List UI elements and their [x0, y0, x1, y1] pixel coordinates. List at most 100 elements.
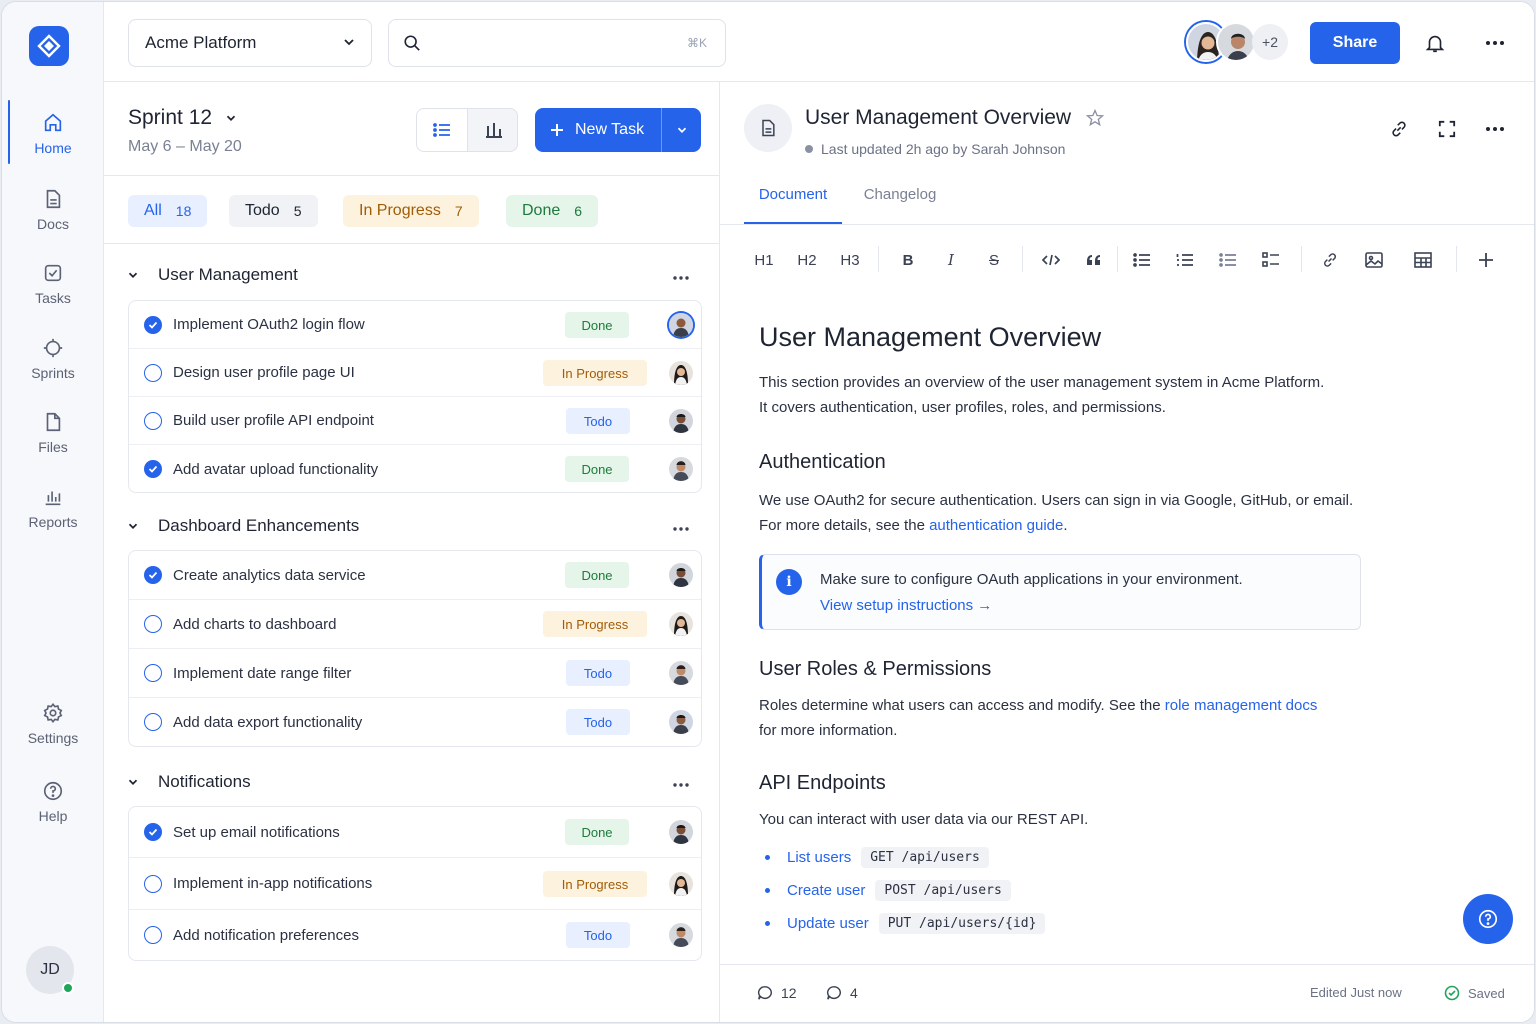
docs-icon: [46, 189, 61, 209]
sidebar-item-help[interactable]: Help: [2, 768, 104, 836]
task-row[interactable]: Add data export functionality Todo: [129, 698, 701, 747]
numbered-list-icon[interactable]: [1170, 247, 1200, 273]
assignee-avatar[interactable]: [669, 612, 693, 636]
image-icon[interactable]: [1359, 247, 1389, 273]
search-box[interactable]: ⌘K: [388, 19, 726, 67]
new-task-dropdown[interactable]: [661, 108, 701, 152]
api-link[interactable]: Create user: [787, 882, 865, 899]
task-row[interactable]: Add avatar upload functionality Done: [129, 445, 701, 493]
table-icon[interactable]: [1408, 247, 1438, 273]
authentication-guide-link[interactable]: authentication guide: [929, 517, 1063, 534]
assignee-avatar[interactable]: [669, 661, 693, 685]
task-row[interactable]: Set up email notifications Done: [129, 807, 701, 858]
dashed-list-icon[interactable]: [1213, 247, 1243, 273]
code-snippet: POST /api/users: [875, 880, 1011, 901]
logo-icon[interactable]: [29, 26, 69, 66]
more-icon[interactable]: [1482, 30, 1508, 56]
replies-counter[interactable]: 4: [826, 985, 858, 1001]
checklist-icon[interactable]: [1256, 247, 1286, 273]
task-row[interactable]: Add charts to dashboard In Progress: [129, 600, 701, 649]
filter-todo[interactable]: Todo 5: [229, 195, 318, 227]
assignee-avatar[interactable]: [669, 872, 693, 896]
filter-done[interactable]: Done 6: [506, 195, 599, 227]
expand-icon[interactable]: [1434, 116, 1460, 142]
heading-3-button[interactable]: H3: [835, 247, 865, 273]
setup-instructions-link[interactable]: View setup instructions →: [820, 597, 992, 614]
workspace-selector[interactable]: Acme Platform: [128, 19, 372, 67]
check-circle-icon[interactable]: [144, 875, 162, 893]
sidebar-item-files[interactable]: Files: [2, 399, 104, 467]
check-circle-icon[interactable]: [144, 316, 162, 334]
sidebar-item-settings[interactable]: Settings: [2, 690, 104, 758]
task-group-header[interactable]: Notifications: [126, 767, 696, 797]
collaborator-avatar[interactable]: [1216, 22, 1256, 62]
list-view-button[interactable]: [417, 109, 468, 151]
code-icon[interactable]: [1036, 247, 1066, 273]
check-circle-icon[interactable]: [144, 615, 162, 633]
check-circle-icon[interactable]: [144, 664, 162, 682]
strikethrough-button[interactable]: S: [979, 247, 1009, 273]
check-circle-icon[interactable]: [144, 926, 162, 944]
more-collaborators[interactable]: +2: [1252, 24, 1288, 60]
doc-paragraph: This section provides an overview of the…: [759, 370, 1399, 420]
comments-counter[interactable]: 12: [757, 985, 797, 1001]
role-management-link[interactable]: role management docs: [1165, 697, 1318, 714]
filter-in-progress[interactable]: In Progress 7: [343, 195, 479, 227]
more-icon[interactable]: [672, 266, 690, 286]
italic-button[interactable]: I: [936, 247, 966, 273]
task-row[interactable]: Design user profile page UI In Progress: [129, 349, 701, 397]
task-row[interactable]: Implement date range filter Todo: [129, 649, 701, 698]
bullet-list-icon[interactable]: [1127, 247, 1157, 273]
quote-icon[interactable]: [1079, 247, 1109, 273]
assignee-avatar[interactable]: [669, 313, 693, 337]
assignee-avatar[interactable]: [669, 409, 693, 433]
more-icon[interactable]: [672, 773, 690, 793]
heading-1-button[interactable]: H1: [749, 247, 779, 273]
sidebar-item-home[interactable]: Home: [2, 100, 104, 168]
task-row[interactable]: Build user profile API endpoint Todo: [129, 397, 701, 445]
check-circle-icon[interactable]: [144, 713, 162, 731]
star-icon[interactable]: [1085, 108, 1105, 128]
task-row[interactable]: Add notification preferences Todo: [129, 910, 701, 961]
task-row[interactable]: Create analytics data service Done: [129, 551, 701, 600]
assignee-avatar[interactable]: [669, 820, 693, 844]
more-icon[interactable]: [1482, 116, 1508, 142]
check-circle-icon[interactable]: [144, 364, 162, 382]
new-task-button[interactable]: New Task: [535, 108, 661, 152]
sidebar-item-reports[interactable]: Reports: [2, 474, 104, 542]
bold-button[interactable]: B: [893, 247, 923, 273]
bell-icon[interactable]: [1422, 30, 1448, 56]
assignee-avatar[interactable]: [669, 923, 693, 947]
help-fab-button[interactable]: [1463, 894, 1513, 944]
heading-2-button[interactable]: H2: [792, 247, 822, 273]
plus-icon[interactable]: [1471, 247, 1501, 273]
sidebar-item-sprints[interactable]: Sprints: [2, 325, 104, 393]
share-button[interactable]: Share: [1310, 22, 1400, 64]
check-circle-icon[interactable]: [144, 460, 162, 478]
more-icon[interactable]: [672, 517, 690, 537]
check-circle-icon[interactable]: [144, 823, 162, 841]
assignee-avatar[interactable]: [669, 563, 693, 587]
link-icon[interactable]: [1386, 116, 1412, 142]
tab-document[interactable]: Document: [744, 186, 842, 224]
task-row[interactable]: Implement in-app notifications In Progre…: [129, 858, 701, 910]
status-badge: Todo: [566, 660, 630, 686]
check-circle-icon[interactable]: [144, 566, 162, 584]
check-circle-icon[interactable]: [144, 412, 162, 430]
task-group-header[interactable]: Dashboard Enhancements: [126, 511, 696, 541]
sidebar-item-tasks[interactable]: Tasks: [2, 250, 104, 318]
task-row[interactable]: Implement OAuth2 login flow Done: [129, 301, 701, 349]
tab-changelog[interactable]: Changelog: [860, 186, 940, 224]
board-view-button[interactable]: [468, 109, 517, 151]
sprint-selector[interactable]: Sprint 12: [128, 106, 238, 130]
api-link[interactable]: List users: [787, 849, 851, 866]
search-input[interactable]: [431, 34, 671, 52]
assignee-avatar[interactable]: [669, 457, 693, 481]
assignee-avatar[interactable]: [669, 361, 693, 385]
task-group-header[interactable]: User Management: [126, 260, 696, 290]
assignee-avatar[interactable]: [669, 710, 693, 734]
api-link[interactable]: Update user: [787, 915, 869, 932]
link-icon[interactable]: [1315, 247, 1345, 273]
sidebar-item-docs[interactable]: Docs: [2, 176, 104, 244]
filter-all[interactable]: All 18: [128, 195, 208, 227]
